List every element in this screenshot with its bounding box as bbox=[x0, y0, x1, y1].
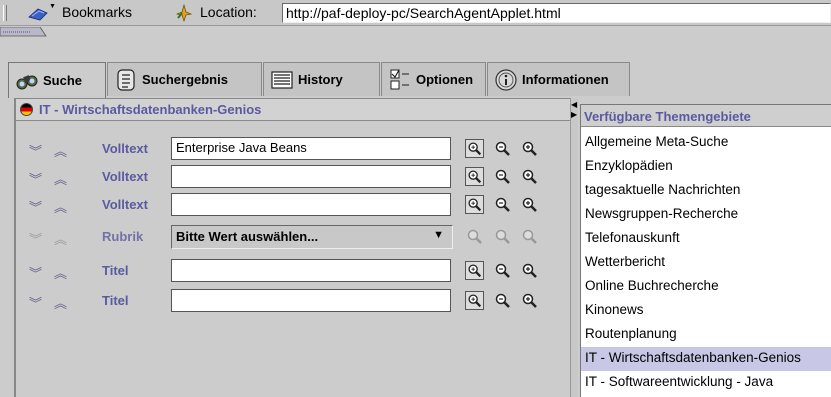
search-input[interactable] bbox=[171, 193, 451, 216]
field-label: Volltext bbox=[102, 197, 148, 212]
location-label: Location: bbox=[200, 4, 257, 20]
zoom-in-icon[interactable] bbox=[520, 195, 539, 214]
chevron-down-icon: ▼ bbox=[433, 229, 444, 241]
tab-label: Suchergebnis bbox=[142, 72, 228, 87]
list-item[interactable]: Newsgruppen-Recherche bbox=[581, 203, 831, 227]
search-panel-title: IT - Wirtschaftsdatenbanken-Genios bbox=[39, 102, 262, 117]
collapse-right-icon[interactable]: ▶ bbox=[571, 110, 577, 119]
list-item[interactable]: Routenplanung bbox=[581, 323, 831, 347]
zoom-out-icon[interactable] bbox=[493, 195, 512, 214]
search-panel: IT - Wirtschaftsdatenbanken-Genios ︾ ︽ V… bbox=[14, 98, 570, 397]
list-item[interactable]: tagesaktuelle Nachrichten bbox=[581, 179, 831, 203]
move-up-icon[interactable]: ︽ bbox=[54, 293, 67, 312]
panel-splitter[interactable]: ◀ ▶ bbox=[570, 98, 578, 397]
zoom-options-icon[interactable] bbox=[465, 291, 484, 310]
move-down-icon[interactable]: ︾ bbox=[29, 141, 42, 160]
location-toolbar: ▼ Bookmarks Location: http://paf-deploy-… bbox=[0, 0, 831, 26]
search-input[interactable] bbox=[171, 165, 451, 188]
zoom-in-icon[interactable] bbox=[520, 167, 539, 186]
tab-label: Suche bbox=[43, 73, 83, 88]
move-down-icon: ︾ bbox=[29, 232, 43, 247]
move-down-icon[interactable]: ︾ bbox=[29, 197, 42, 216]
zoom-out-icon[interactable] bbox=[493, 139, 512, 158]
zoom-out-icon[interactable] bbox=[493, 291, 512, 310]
bookmarks-button[interactable]: Bookmarks bbox=[62, 4, 132, 20]
list-item[interactable]: Allgemeine Meta-Suche bbox=[581, 131, 831, 155]
search-row: ︾ ︽ Titel bbox=[16, 289, 570, 313]
search-row: ︾ ︽ Volltext Enterprise Java Beans bbox=[16, 137, 570, 161]
bookmarks-caret-icon[interactable]: ▼ bbox=[49, 3, 56, 10]
options-checklist-icon bbox=[390, 69, 409, 89]
list-item-selected[interactable]: IT - Wirtschaftsdatenbanken-Genios bbox=[581, 347, 831, 371]
zoom-options-icon[interactable] bbox=[465, 195, 484, 214]
move-up-icon[interactable]: ︽ bbox=[54, 141, 67, 160]
zoom-options-icon[interactable] bbox=[465, 139, 484, 158]
topics-list-header: Verfügbare Themengebiete bbox=[581, 105, 831, 127]
search-input[interactable]: Enterprise Java Beans bbox=[171, 137, 451, 160]
search-row: ︾ ︽ Volltext bbox=[16, 193, 570, 217]
move-down-icon[interactable]: ︾ bbox=[29, 263, 42, 282]
tab-label: Informationen bbox=[522, 72, 609, 87]
zoom-options-icon[interactable] bbox=[465, 167, 484, 186]
field-label: Titel bbox=[102, 293, 129, 308]
zoom-out-icon[interactable] bbox=[493, 261, 512, 280]
history-list-icon bbox=[271, 70, 293, 89]
zoom-out-icon bbox=[495, 229, 510, 244]
search-input[interactable] bbox=[171, 259, 451, 282]
collapsed-toolbar-tab[interactable] bbox=[0, 27, 48, 37]
zoom-in-icon[interactable] bbox=[520, 261, 539, 280]
rubrik-select-value: Bitte Wert auswählen... bbox=[176, 229, 319, 244]
search-row: ︾ ︽ Volltext bbox=[16, 165, 570, 189]
search-input[interactable] bbox=[171, 289, 451, 312]
list-item[interactable]: Kinonews bbox=[581, 299, 831, 323]
url-input[interactable]: http://paf-deploy-pc/SearchAgentApplet.h… bbox=[282, 3, 831, 23]
move-down-icon[interactable]: ︾ bbox=[29, 293, 42, 312]
search-row: ︾ ︽ Titel bbox=[16, 259, 570, 283]
list-item[interactable]: IT - Softwareentwicklung - Java bbox=[581, 371, 831, 395]
field-label: Titel bbox=[102, 263, 129, 278]
zoom-in-icon bbox=[522, 229, 537, 244]
tab-label: History bbox=[298, 72, 343, 87]
tab-suchergebnis[interactable]: Suchergebnis bbox=[107, 62, 262, 96]
move-up-icon: ︽ bbox=[54, 232, 68, 247]
field-label: Rubrik bbox=[102, 229, 144, 244]
move-up-icon[interactable]: ︽ bbox=[54, 197, 67, 216]
tab-history[interactable]: History bbox=[263, 62, 380, 96]
binoculars-icon bbox=[16, 74, 38, 89]
list-item[interactable]: Enzyklopädien bbox=[581, 155, 831, 179]
field-label: Volltext bbox=[102, 169, 148, 184]
list-item[interactable]: Wetterbericht bbox=[581, 251, 831, 275]
topics-list: Verfügbare Themengebiete Allgemeine Meta… bbox=[580, 104, 831, 397]
tab-optionen[interactable]: Optionen bbox=[381, 62, 486, 96]
search-panel-header: IT - Wirtschaftsdatenbanken-Genios bbox=[16, 99, 570, 121]
tab-label: Optionen bbox=[416, 72, 474, 87]
move-down-icon[interactable]: ︾ bbox=[29, 169, 42, 188]
zoom-options-icon bbox=[467, 229, 482, 244]
bookmarks-icon[interactable] bbox=[28, 5, 48, 21]
german-flag-icon bbox=[20, 103, 33, 116]
location-icon bbox=[175, 4, 193, 22]
toolbar-grip[interactable] bbox=[3, 5, 7, 21]
zoom-in-icon[interactable] bbox=[520, 291, 539, 310]
search-row-disabled: ︾ ︽ Rubrik Bitte Wert auswählen... ▼ bbox=[16, 225, 570, 249]
move-up-icon[interactable]: ︽ bbox=[54, 263, 67, 282]
zoom-options-icon[interactable] bbox=[465, 261, 484, 280]
move-up-icon[interactable]: ︽ bbox=[54, 169, 67, 188]
document-list-icon bbox=[117, 68, 135, 91]
field-label: Volltext bbox=[102, 141, 148, 156]
list-item[interactable]: Online Buchrecherche bbox=[581, 275, 831, 299]
tab-informationen[interactable]: Informationen bbox=[487, 62, 630, 96]
zoom-out-icon[interactable] bbox=[493, 167, 512, 186]
collapse-left-icon[interactable]: ◀ bbox=[571, 100, 577, 109]
list-item[interactable]: Telefonauskunft bbox=[581, 227, 831, 251]
info-icon bbox=[495, 68, 517, 91]
tab-suche[interactable]: Suche bbox=[8, 62, 106, 98]
rubrik-select[interactable]: Bitte Wert auswählen... ▼ bbox=[171, 225, 453, 249]
zoom-in-icon[interactable] bbox=[520, 139, 539, 158]
